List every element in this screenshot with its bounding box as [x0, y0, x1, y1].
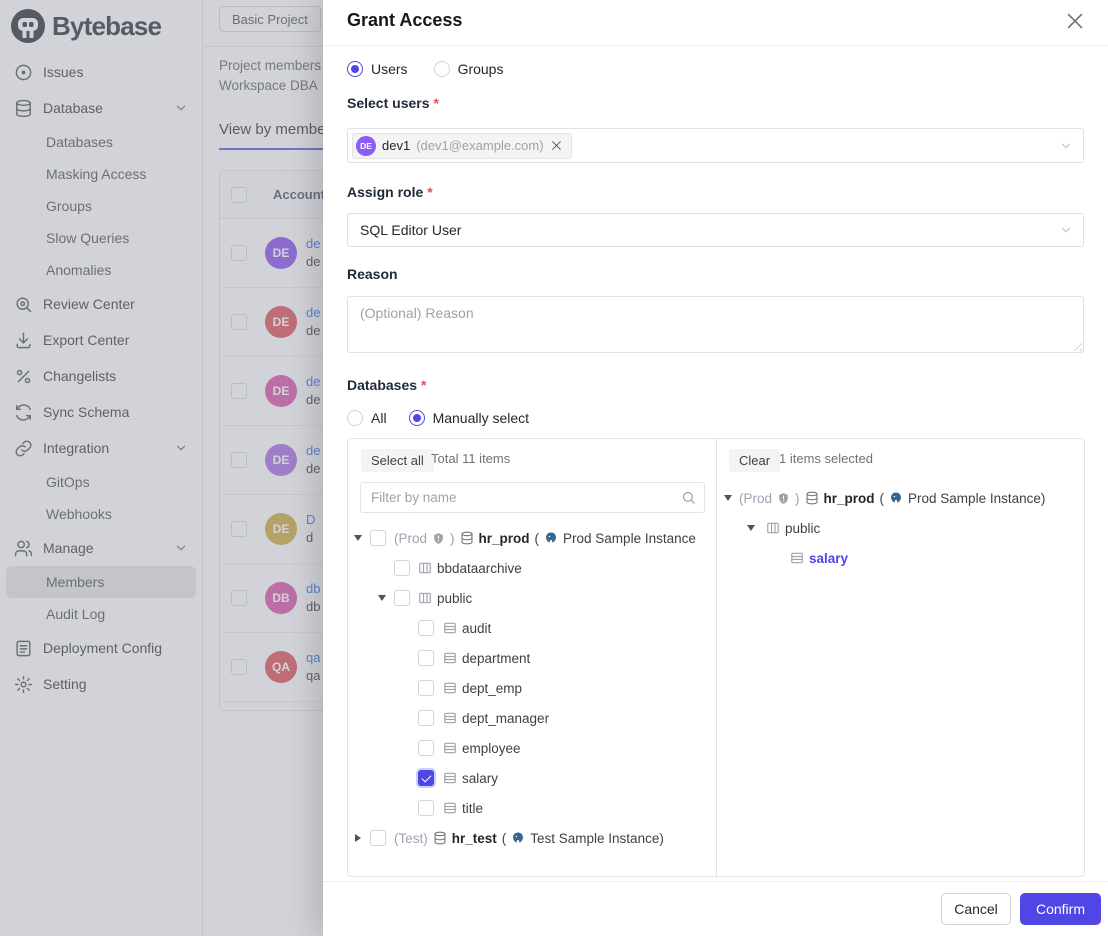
caret-expanded-icon[interactable]	[378, 595, 386, 601]
required-mark: *	[427, 184, 432, 200]
modal-title: Grant Access	[347, 10, 462, 31]
node-checkbox[interactable]	[418, 680, 434, 696]
chip-user-name: dev1	[382, 138, 410, 153]
postgresql-icon	[889, 491, 903, 505]
postgresql-icon	[511, 831, 525, 845]
tree-node-audit[interactable]: audit	[348, 613, 716, 643]
avatar: DE	[356, 136, 376, 156]
selected-node-public[interactable]: public	[718, 513, 1084, 543]
chevron-down-icon	[1059, 139, 1073, 153]
radio-all-databases[interactable]: All	[347, 410, 387, 426]
assign-role-label: Assign role*	[347, 184, 433, 200]
tree-node-bbdataarchive[interactable]: bbdataarchive	[348, 553, 716, 583]
required-mark: *	[421, 377, 426, 393]
node-checkbox[interactable]	[418, 650, 434, 666]
schema-icon	[418, 561, 432, 575]
modal-header-divider	[323, 45, 1108, 46]
database-picker: Select all Total 11 items (Prod) hr_prod…	[347, 438, 1085, 877]
caret-expanded-icon[interactable]	[724, 495, 732, 501]
radio-manually-select[interactable]: Manually select	[409, 410, 530, 426]
picker-source-panel: Select all Total 11 items (Prod) hr_prod…	[348, 439, 717, 876]
picker-selected-panel: Clear 1 items selected (Prod) hr_prod ( …	[718, 439, 1084, 876]
caret-expanded-icon[interactable]	[747, 525, 755, 531]
node-checkbox-checked[interactable]	[418, 770, 434, 786]
database-icon	[460, 531, 474, 545]
radio-users[interactable]: Users	[347, 61, 408, 77]
clear-button[interactable]: Clear	[729, 449, 780, 472]
assign-role-value: SQL Editor User	[360, 222, 461, 238]
select-users-label: Select users*	[347, 95, 439, 111]
tree-node-hr_prod[interactable]: (Prod) hr_prod ( Prod Sample Instance	[348, 523, 716, 553]
tree-node-title[interactable]: title	[348, 793, 716, 823]
node-checkbox[interactable]	[418, 620, 434, 636]
cancel-button[interactable]: Cancel	[941, 893, 1011, 925]
tree-node-public[interactable]: public	[348, 583, 716, 613]
node-checkbox[interactable]	[418, 740, 434, 756]
table-icon	[443, 621, 457, 635]
environment-shield-icon	[432, 532, 445, 545]
table-icon	[443, 711, 457, 725]
caret-expanded-icon[interactable]	[354, 535, 362, 541]
tree-node-hr_test[interactable]: (Test) hr_test ( Test Sample Instance)	[348, 823, 716, 853]
close-icon[interactable]	[1064, 10, 1086, 32]
select-all-button[interactable]: Select all	[361, 449, 434, 472]
table-icon	[443, 801, 457, 815]
node-checkbox[interactable]	[370, 830, 386, 846]
tree-node-dept_manager[interactable]: dept_manager	[348, 703, 716, 733]
remove-user-icon[interactable]	[550, 139, 563, 152]
tree-node-employee[interactable]: employee	[348, 733, 716, 763]
confirm-button[interactable]: Confirm	[1020, 893, 1101, 925]
required-mark: *	[434, 95, 439, 111]
reason-label: Reason	[347, 266, 398, 282]
database-icon	[433, 831, 447, 845]
node-checkbox[interactable]	[394, 560, 410, 576]
filter-input[interactable]	[360, 482, 705, 513]
table-icon	[790, 551, 804, 565]
environment-shield-icon	[777, 492, 790, 505]
selected-node-hr_prod[interactable]: (Prod) hr_prod ( Prod Sample Instance)	[718, 483, 1084, 513]
radio-manual-control[interactable]	[409, 410, 425, 426]
database-icon	[805, 491, 819, 505]
radio-groups-control[interactable]	[434, 61, 450, 77]
databases-mode-radio-group: All Manually select	[347, 410, 529, 426]
caret-collapsed-icon[interactable]	[355, 834, 361, 842]
databases-label: Databases*	[347, 377, 427, 393]
selected-user-chip[interactable]: DE dev1 (dev1@example.com)	[352, 133, 572, 159]
node-checkbox[interactable]	[370, 530, 386, 546]
filter-field	[360, 482, 705, 513]
tree-node-dept_emp[interactable]: dept_emp	[348, 673, 716, 703]
postgresql-icon	[544, 531, 558, 545]
table-icon	[443, 681, 457, 695]
node-checkbox[interactable]	[418, 800, 434, 816]
radio-groups[interactable]: Groups	[434, 61, 504, 77]
node-checkbox[interactable]	[394, 590, 410, 606]
assign-role-select[interactable]: SQL Editor User	[347, 213, 1084, 247]
select-users-input[interactable]: DE dev1 (dev1@example.com)	[347, 128, 1084, 163]
chevron-down-icon	[1059, 223, 1073, 237]
total-items-label: Total 11 items	[431, 451, 510, 466]
selected-node-salary[interactable]: salary	[718, 543, 1084, 573]
member-type-radio-group: Users Groups	[347, 61, 503, 77]
radio-users-control[interactable]	[347, 61, 363, 77]
schema-icon	[766, 521, 780, 535]
chip-user-email: (dev1@example.com)	[416, 138, 543, 153]
search-icon	[681, 490, 696, 505]
grant-access-modal: Grant Access Users Groups Select users* …	[323, 0, 1108, 936]
node-checkbox[interactable]	[418, 710, 434, 726]
schema-icon	[418, 591, 432, 605]
table-icon	[443, 651, 457, 665]
reason-textarea[interactable]	[347, 296, 1084, 353]
tree-node-salary[interactable]: salary	[348, 763, 716, 793]
radio-all-control[interactable]	[347, 410, 363, 426]
modal-footer-divider	[323, 881, 1108, 882]
selected-count-label: 1 items selected	[779, 451, 873, 466]
table-icon	[443, 741, 457, 755]
tree-node-department[interactable]: department	[348, 643, 716, 673]
table-icon	[443, 771, 457, 785]
